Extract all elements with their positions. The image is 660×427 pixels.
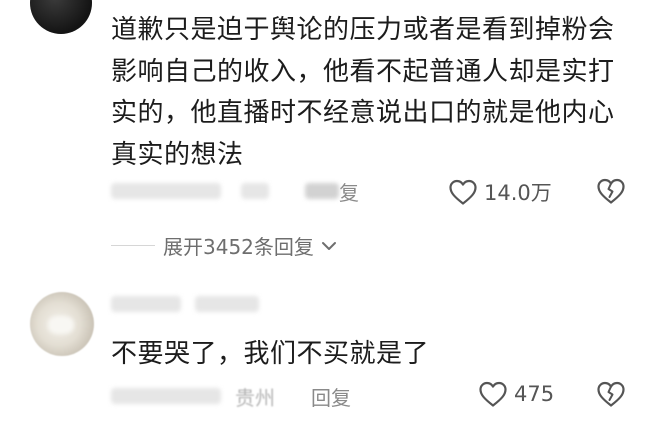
divider-line: [111, 244, 155, 247]
broken-heart-icon[interactable]: [596, 380, 626, 408]
heart-outline-icon: [479, 381, 507, 407]
comment-timestamp-blurred: [111, 388, 221, 404]
like-button[interactable]: 475: [478, 380, 554, 408]
comment-text: 不要哭了，我们不买就是了: [111, 339, 430, 369]
like-count: 475: [514, 382, 555, 406]
heart-outline-icon: [449, 179, 477, 205]
comment-timestamp-blurred: [111, 183, 221, 199]
expand-replies-button[interactable]: 展开3452条回复: [111, 231, 338, 260]
comment-meta: 贵州 回复: [111, 382, 351, 411]
reply-button[interactable]: 回复: [311, 382, 351, 411]
username-blurred[interactable]: [111, 296, 181, 312]
reply-button[interactable]: 复: [339, 177, 359, 206]
comment-username-row: [111, 292, 259, 316]
like-count: 14.0万: [484, 181, 552, 205]
comment-location-blurred: [241, 183, 269, 199]
chevron-down-icon: [321, 241, 336, 250]
reply-link-blurred: [305, 183, 339, 199]
broken-heart-icon[interactable]: [596, 177, 626, 205]
avatar[interactable]: [30, 0, 92, 34]
comment-meta: 复: [111, 177, 359, 206]
like-button[interactable]: 14.0万: [448, 177, 552, 207]
comment-list: 道歉只是迫于舆论的压力或者是看到掉粉会影响自己的收入，他看不起普通人却是实打实的…: [0, 0, 660, 427]
comment-text: 道歉只是迫于舆论的压力或者是看到掉粉会影响自己的收入，他看不起普通人却是实打实的…: [111, 15, 615, 170]
expand-replies-label: 展开3452条回复: [163, 235, 314, 259]
user-tag-blurred: [195, 296, 259, 312]
comment-location: 贵州: [235, 385, 275, 410]
avatar[interactable]: [30, 292, 94, 356]
